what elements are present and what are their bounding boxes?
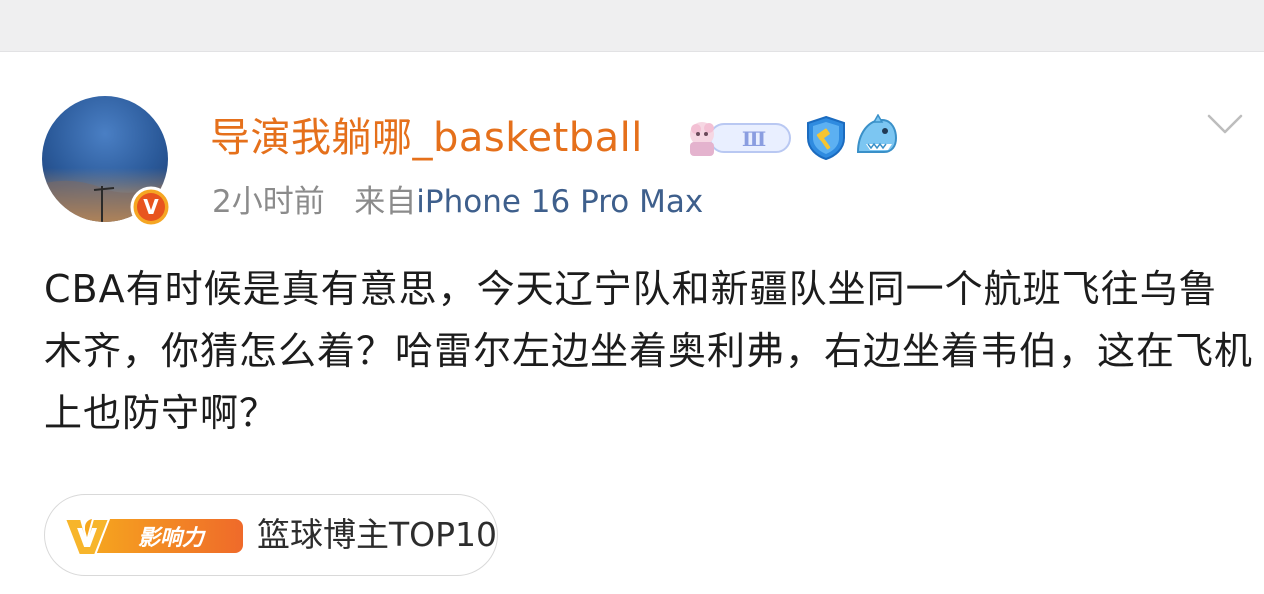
svg-text:影响力: 影响力	[138, 526, 206, 551]
influence-icon: V 影响力	[61, 511, 247, 559]
svg-text:Ⅲ: Ⅲ	[742, 127, 766, 151]
shark-icon[interactable]	[852, 113, 900, 160]
post-time: 2小时前	[212, 184, 325, 220]
top-divider-bar	[0, 0, 1264, 52]
username-link[interactable]: 导演我躺哪_basketball	[210, 112, 643, 164]
svg-text:V: V	[143, 195, 159, 219]
chevron-down-icon[interactable]	[1206, 110, 1244, 138]
device-source-link[interactable]: iPhone 16 Pro Max	[416, 184, 703, 220]
post-meta: 2小时前 来自iPhone 16 Pro Max	[212, 180, 703, 224]
fan-medal-icon[interactable]: Ⅲ	[684, 116, 796, 160]
verified-badge-icon: V	[130, 186, 172, 228]
post-content[interactable]: CBA有时候是真有意思，今天辽宁队和新疆队坐同一个航班飞往乌鲁木齐，你猜怎么着？…	[44, 258, 1254, 444]
source-prefix: 来自	[354, 184, 417, 220]
shield-icon[interactable]	[804, 114, 848, 162]
influence-rank-chip[interactable]: V 影响力 篮球博主TOP10	[44, 494, 498, 576]
rank-label: 篮球博主TOP10	[257, 515, 498, 554]
svg-text:V: V	[77, 524, 97, 554]
